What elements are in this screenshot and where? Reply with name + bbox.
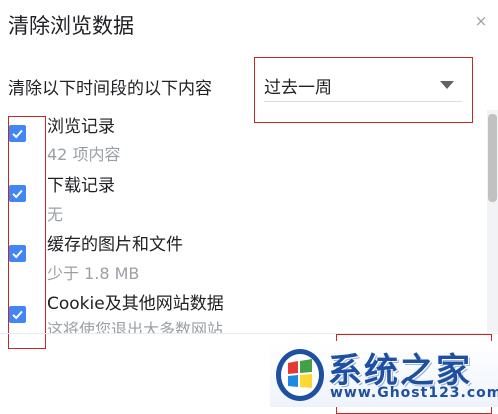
dialog-title: 清除浏览数据 (8, 14, 134, 38)
scrollbar-thumb[interactable] (488, 114, 497, 202)
item-label-cookies: Cookie及其他网站数据 (47, 294, 224, 314)
checkmark-icon (12, 310, 23, 320)
time-range-label: 清除以下时间段的以下内容 (8, 79, 212, 99)
close-icon[interactable]: × (470, 10, 492, 32)
checkmark-icon (12, 189, 23, 199)
item-detail-cached-images: 少于 1.8 MB (47, 264, 140, 283)
item-detail-cookies: 这将使您退出大多数网站 (47, 320, 224, 333)
time-range-select[interactable]: 过去一周 (264, 71, 462, 102)
checkbox-browsing-history[interactable] (9, 125, 26, 142)
item-label-cached-images: 缓存的图片和文件 (47, 235, 183, 255)
checkmark-icon (12, 249, 23, 259)
time-range-selected: 过去一周 (264, 78, 332, 98)
checkmark-icon (12, 129, 23, 139)
item-detail-clip: 这将使您退出大多数网站 (47, 316, 283, 333)
item-detail-download-history: 无 (47, 205, 64, 224)
watermark: 系统之家 www.Ghost123.com (270, 341, 498, 407)
checkbox-cached-images[interactable] (9, 245, 26, 262)
checkbox-cookies[interactable] (9, 306, 26, 323)
item-detail-browsing-history: 42 项内容 (47, 145, 121, 164)
dropdown-arrow-icon (440, 81, 454, 89)
watermark-url: www.Ghost123.com (330, 385, 498, 401)
windows-logo-icon (276, 349, 324, 401)
checkbox-download-history[interactable] (9, 185, 26, 202)
item-label-browsing-history: 浏览记录 (47, 117, 115, 137)
item-label-download-history: 下载记录 (47, 176, 115, 196)
